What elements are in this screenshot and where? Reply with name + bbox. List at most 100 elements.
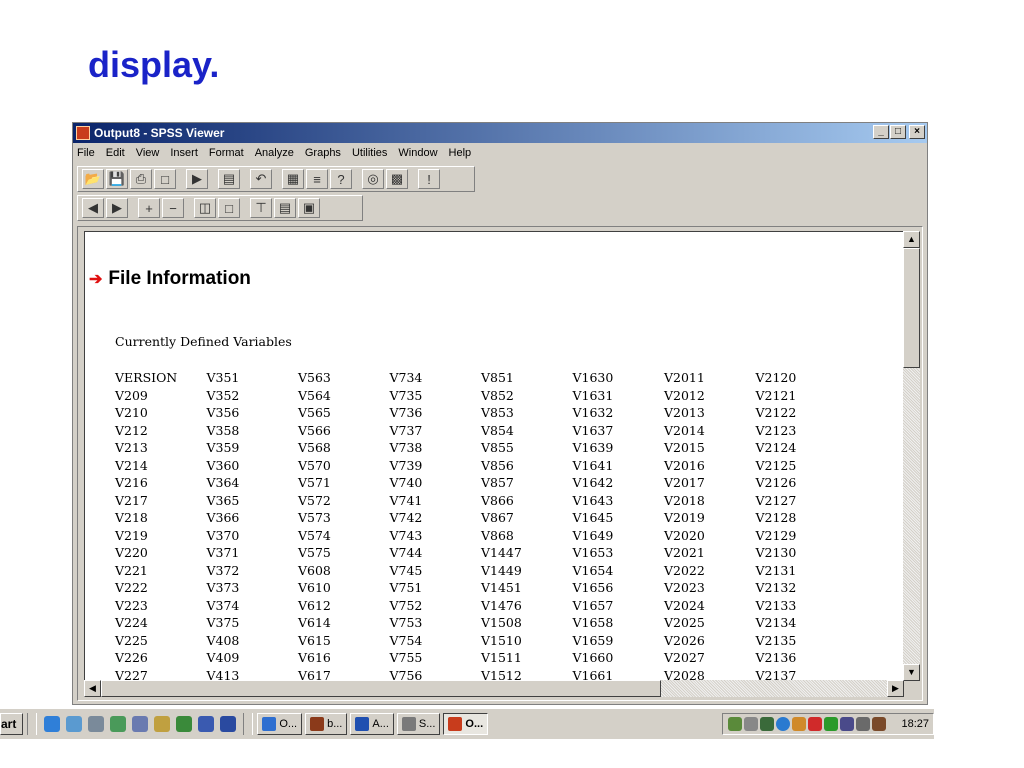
minimize-button[interactable]: _ xyxy=(873,125,889,139)
scroll-left-button[interactable]: ◀ xyxy=(84,680,101,697)
variable-cell: V570 xyxy=(298,457,331,473)
export-icon[interactable]: ▶ xyxy=(186,169,208,189)
variable-cell: V2015 xyxy=(664,440,705,456)
variable-cell: V210 xyxy=(115,405,148,421)
tray-globe-icon[interactable] xyxy=(776,717,791,731)
task-button-5[interactable]: O... xyxy=(443,713,489,735)
standard-toolbar: 📂 💾 ⎙ □ ▶ ▤ ↶ ▦ ≡ ? ◎ ▩ ! xyxy=(77,166,475,192)
variable-cell: V2025 xyxy=(664,615,705,631)
scroll-down-button[interactable]: ▼ xyxy=(903,664,920,681)
menu-insert[interactable]: Insert xyxy=(170,147,198,159)
expand-icon[interactable]: + xyxy=(138,198,160,218)
tray-app-icon[interactable] xyxy=(728,717,743,731)
variable-cell: V855 xyxy=(481,440,514,456)
recall-dialog-icon[interactable]: ▤ xyxy=(218,169,240,189)
task-button-2[interactable]: b... xyxy=(305,713,348,735)
menu-help[interactable]: Help xyxy=(449,147,472,159)
tray-infinity-icon[interactable] xyxy=(808,717,823,731)
table-row: V222 V373 V610 V751 V1451 V1656 V2023 V2132 xyxy=(115,579,847,597)
tray-spss-icon[interactable] xyxy=(872,717,887,731)
open-icon[interactable]: 📂 xyxy=(82,169,104,189)
insert-heading-icon[interactable]: ⊤ xyxy=(250,198,272,218)
menu-utilities[interactable]: Utilities xyxy=(352,147,387,159)
hide-icon[interactable]: □ xyxy=(218,198,240,218)
variable-cell: V2016 xyxy=(664,457,705,473)
variable-cell: V2124 xyxy=(755,440,797,456)
variable-cell: V853 xyxy=(481,405,514,421)
task-button-4[interactable]: S... xyxy=(396,713,441,735)
undo-icon[interactable]: ↶ xyxy=(250,169,272,189)
print-icon[interactable]: ⎙ xyxy=(130,169,152,189)
network-icon[interactable] xyxy=(110,716,127,732)
menu-format[interactable]: Format xyxy=(209,147,244,159)
volume-icon[interactable] xyxy=(744,717,759,731)
insert-chart-icon[interactable]: ▩ xyxy=(386,169,408,189)
tray-save-icon[interactable] xyxy=(824,717,839,731)
tray-sync-icon[interactable] xyxy=(792,717,807,731)
variable-cell: V216 xyxy=(115,475,148,491)
media-icon[interactable] xyxy=(220,716,237,732)
chart-icon[interactable] xyxy=(176,716,193,732)
menu-analyze[interactable]: Analyze xyxy=(255,147,294,159)
variable-cell: V866 xyxy=(481,492,514,508)
show-icon[interactable]: ◫ xyxy=(194,198,216,218)
variable-cell: V1657 xyxy=(572,597,614,613)
output-content[interactable]: ➔ File Information Currently Defined Var… xyxy=(84,231,903,682)
vertical-scroll-thumb[interactable] xyxy=(903,248,920,368)
print-preview-icon[interactable]: □ xyxy=(154,169,176,189)
menu-window[interactable]: Window xyxy=(398,147,437,159)
variable-cell: V365 xyxy=(206,492,240,508)
variable-cell: V408 xyxy=(206,632,240,648)
start-button[interactable]: art xyxy=(0,713,24,735)
explorer-icon[interactable] xyxy=(88,716,105,732)
variable-cell: V217 xyxy=(115,492,148,508)
insert-text-icon[interactable]: ▣ xyxy=(298,198,320,218)
monitor-icon[interactable] xyxy=(198,716,215,732)
tray-network-icon[interactable] xyxy=(840,717,855,731)
collapse-icon[interactable]: − xyxy=(162,198,184,218)
variable-cell: V574 xyxy=(298,527,331,543)
variable-cell: V351 xyxy=(206,370,240,386)
demote-icon[interactable]: ▶ xyxy=(106,198,128,218)
goto-data-icon[interactable]: ▦ xyxy=(282,169,304,189)
menu-view[interactable]: View xyxy=(136,147,160,159)
window-title: Output8 - SPSS Viewer xyxy=(94,126,225,140)
variable-cell: V220 xyxy=(115,545,148,561)
variable-cell: V1510 xyxy=(481,632,522,648)
scroll-right-button[interactable]: ▶ xyxy=(887,680,904,697)
close-button[interactable]: × xyxy=(909,125,925,139)
variable-cell: V2132 xyxy=(755,580,797,596)
variable-cell: V738 xyxy=(389,440,423,456)
folder-icon[interactable] xyxy=(154,716,171,732)
horizontal-scrollbar[interactable]: ◀ ▶ xyxy=(84,680,904,697)
horizontal-scroll-thumb[interactable] xyxy=(101,680,661,697)
scroll-up-button[interactable]: ▲ xyxy=(903,231,920,248)
variables-icon[interactable]: ? xyxy=(330,169,352,189)
title-bar[interactable]: Output8 - SPSS Viewer _ □ × xyxy=(73,123,927,143)
select-cases-icon[interactable]: ◎ xyxy=(362,169,384,189)
menu-file[interactable]: File xyxy=(77,147,95,159)
variable-cell: V2133 xyxy=(755,597,797,613)
desktop-icon[interactable] xyxy=(66,716,83,732)
tray-monitor-icon[interactable] xyxy=(760,717,775,731)
spss-app-icon[interactable] xyxy=(76,126,90,140)
goto-case-icon[interactable]: ≡ xyxy=(306,169,328,189)
menu-edit[interactable]: Edit xyxy=(106,147,125,159)
insert-title-icon[interactable]: ▤ xyxy=(274,198,296,218)
variable-cell: V563 xyxy=(298,370,331,386)
maximize-button[interactable]: □ xyxy=(890,125,906,139)
section-heading[interactable]: ➔ File Information xyxy=(89,268,251,290)
promote-icon[interactable]: ◀ xyxy=(82,198,104,218)
ie-icon[interactable] xyxy=(44,716,61,732)
run-icon[interactable]: ! xyxy=(418,169,440,189)
variable-cell: V223 xyxy=(115,597,148,613)
calendar-icon[interactable] xyxy=(132,716,149,732)
task-button-1[interactable]: O... xyxy=(257,713,303,735)
tray-tools-icon[interactable] xyxy=(856,717,871,731)
variable-cell: V209 xyxy=(115,387,148,403)
task-button-3[interactable]: A... xyxy=(350,713,394,735)
vertical-scrollbar[interactable]: ▲ ▼ xyxy=(903,231,920,681)
menu-graphs[interactable]: Graphs xyxy=(305,147,341,159)
save-icon[interactable]: 💾 xyxy=(106,169,128,189)
variable-cell: V564 xyxy=(298,387,331,403)
